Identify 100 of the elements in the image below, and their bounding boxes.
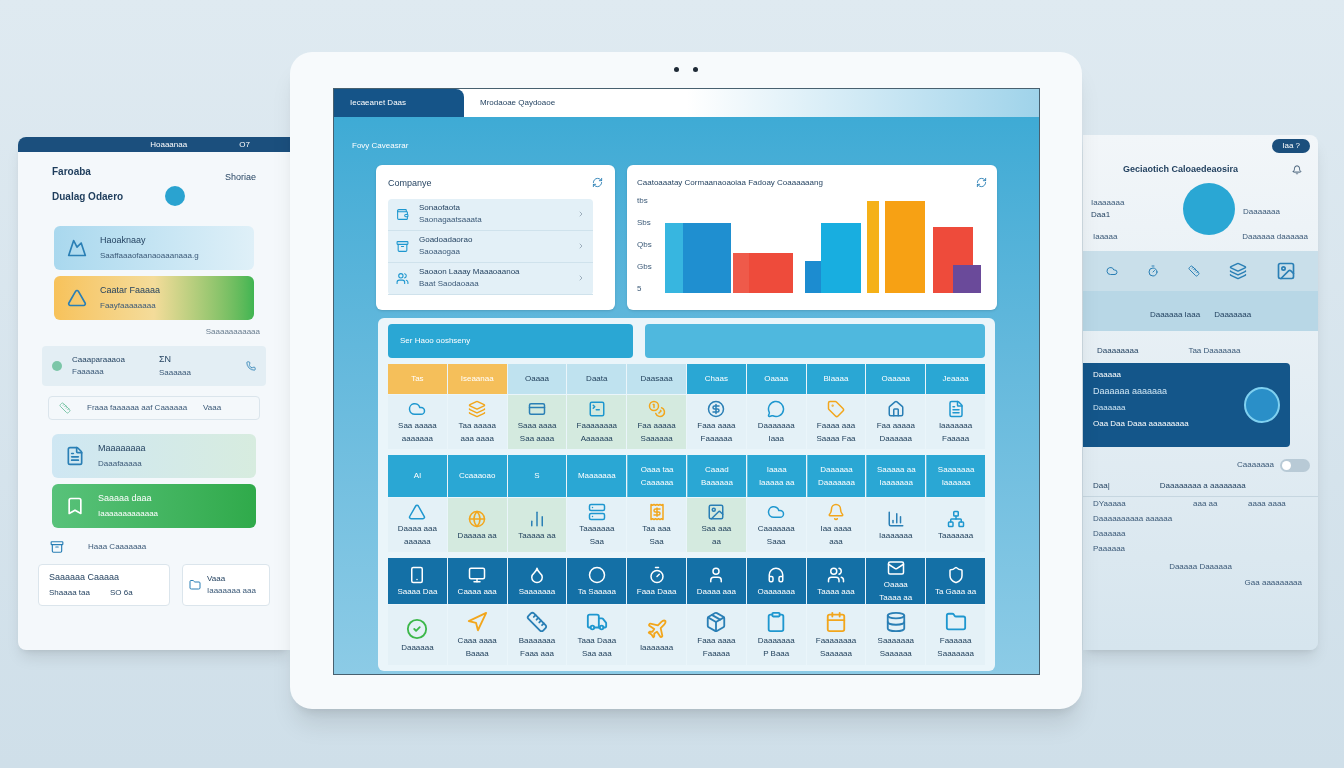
grid-cell[interactable]: Taaaaa aa (507, 498, 567, 552)
grid-cell[interactable]: Ta Saaaaa (567, 558, 627, 604)
archive-icon (396, 239, 409, 253)
grid-cell[interactable]: Faa aaaaa Saaaaaa (627, 395, 686, 449)
grid-cell[interactable]: Daaaa aaa aaaaaa (388, 498, 447, 552)
grid-cell[interactable]: Iaaaaaaa Faaaaa (926, 395, 985, 449)
item-title: Goadoadaorao (419, 234, 474, 246)
list-item[interactable]: Goadoadaorao Saoaaogaa (388, 230, 593, 263)
ruler-icon (526, 611, 548, 633)
grid-cell[interactable]: Faaa Daaa (627, 558, 686, 604)
info-card[interactable]: Haoaknaay Saaffaaaofaanaoaaanaaa.g (54, 226, 254, 270)
grid-cell[interactable]: Saaaaaaa (507, 558, 567, 604)
grid-cell[interactable]: Faaaaaaaa Aaaaaaa (567, 395, 627, 449)
line-label: Daaaaaa daaaaaa (1242, 230, 1308, 243)
grid-cell[interactable]: Saaaa Daa (388, 558, 447, 604)
grid-cell[interactable]: Iaaaaaaa (866, 498, 926, 552)
bar-chart-icon (886, 509, 905, 528)
grid-cell[interactable]: Faaaa aaa Saaaa Faa (806, 395, 866, 449)
grid-cell[interactable]: Taaaaaaa Saa (567, 498, 627, 552)
stat-title: Caaaparaaaoa (72, 354, 125, 366)
grid-cell[interactable]: Saa aaaaa aaaaaaa (388, 395, 447, 449)
grid-cell[interactable]: Taa aaa Saa (627, 498, 686, 552)
headphones-icon (767, 565, 786, 584)
bookmark-icon (65, 496, 85, 516)
triangle-icon (67, 288, 87, 308)
cell-text: Iaaaaa aa (758, 477, 795, 488)
grid-cell[interactable]: Faaa aaaa Faaaaaa (687, 395, 746, 449)
house-icon (886, 400, 905, 418)
grid-cell[interactable]: Oaaaa (507, 364, 567, 394)
refresh-icon[interactable] (976, 177, 987, 188)
list-item[interactable]: Saoaon Laaay Maaaoaanoa Baat Saodaoaaa (388, 262, 593, 295)
layers-icon[interactable] (1228, 261, 1247, 280)
cell-text: Saa aaaa (519, 434, 555, 444)
refresh-icon[interactable] (592, 177, 603, 188)
grid-cell[interactable]: Daaaaaaa Iaaa (746, 395, 806, 449)
list-item[interactable]: Sonaofaota Saonagaatsaaata (388, 198, 593, 231)
avatar-icon[interactable] (164, 186, 185, 206)
grid-cell[interactable]: Oaaaa Taaaa aa (866, 558, 926, 604)
summary-title: Vaaa (207, 573, 227, 585)
grid-cell[interactable]: Faaaaaaaa Saaaaaa (806, 605, 866, 665)
grid-cell[interactable]: Saa aaa aa (687, 498, 746, 552)
grid-cell[interactable]: Saaa aaaa Saa aaaa (507, 395, 567, 449)
grid-cell[interactable]: Daata (567, 364, 627, 394)
summary-subtitle: Iaaaaaaa aaa (207, 585, 256, 597)
grid-cell[interactable]: Faaaaaa Saaaaaaa (926, 605, 985, 665)
cell-text: Daaaaaa (820, 464, 853, 475)
banner-text: Ser Haoo ooshseny (400, 335, 471, 347)
grid-cell[interactable]: Baaaaaaa Faaa aaa (507, 605, 567, 665)
toggle[interactable] (1280, 458, 1310, 472)
screen-subtitle: Dualag Odaero (52, 190, 124, 204)
info-card[interactable]: Caatar Faaaaa Faayfaaaaaaaa (54, 276, 254, 320)
grid-cell[interactable]: Taaaa aaa (806, 558, 866, 604)
cell-text: Daata (586, 374, 608, 384)
link[interactable]: Shoriae (224, 170, 256, 184)
grid-cell[interactable]: Daaaaaa (388, 605, 447, 665)
axis-label: tbs (637, 197, 649, 205)
grid-cell[interactable]: Saaaaaaa Saaaaaa (866, 605, 926, 665)
tab-label[interactable]: Daaaaaaa (1214, 308, 1252, 321)
stat-caption: Saaaaaa (158, 366, 191, 379)
cloud-icon[interactable] (1105, 264, 1118, 277)
tab-label[interactable]: Daaaaaa Iaaa (1149, 308, 1201, 321)
ruler-icon[interactable] (1187, 264, 1200, 277)
screen-title: Geciaotich Caloaedeaosira (1123, 163, 1239, 176)
grid-cell[interactable]: Caaa aaaa Baaaa (447, 605, 507, 665)
grid-cell[interactable]: Oaaaaaaa (746, 558, 806, 604)
page-subtitle: Fovy Caveasrar (352, 141, 409, 150)
droplet-icon (528, 565, 546, 584)
folder-icon (944, 611, 967, 633)
grid-cell[interactable]: Daasaaa (627, 364, 686, 394)
cell-text: Iseaanaa (460, 374, 494, 384)
grid-cell[interactable]: Caaaa aaa (447, 558, 507, 604)
top-button[interactable]: Iaa ? (1272, 139, 1310, 153)
grid-cell[interactable]: Faa aaaaa Daaaaaa (866, 395, 926, 449)
image-icon[interactable] (1275, 260, 1296, 281)
timer-icon[interactable] (1146, 264, 1159, 277)
grid-cell[interactable]: Taaa Daaa Saa aaa (567, 605, 627, 665)
toggle-label: Caaaaaaa (1237, 459, 1274, 471)
active-tab[interactable]: Iecaeanet Daas (334, 89, 464, 117)
list-row[interactable]: Fraaa faaaaaa aaf Caaaaaa Vaaa (48, 396, 260, 420)
breadcrumb[interactable]: Mrodaoae Qaydoaoe (480, 97, 556, 109)
cell-text: Iaaaaaaa (938, 421, 973, 431)
grid-cell[interactable]: Iaa aaaa aaa (806, 498, 866, 552)
grid-cell[interactable]: Faaa aaaa Faaaaa (687, 605, 746, 665)
archive-icon (50, 540, 64, 554)
bell-icon[interactable] (1292, 164, 1302, 175)
grid-cell[interactable]: Taaaaaaa (926, 498, 985, 552)
info-card[interactable]: Maaaaaaaa Daaafaaaaa (52, 434, 256, 478)
grid-cell[interactable]: Caaaaaaa Saaa (746, 498, 806, 552)
grid-cell[interactable]: Daaaaa aa (447, 498, 507, 552)
circle-icon (587, 565, 606, 584)
grid-cell[interactable]: Daaaaaaa P Baaa (746, 605, 806, 665)
grid-cell[interactable]: Daaaa aaa (687, 558, 746, 604)
grid-cell[interactable]: Taa aaaaa aaa aaaa (447, 395, 507, 449)
grid-cell[interactable]: Ta Gaaa aa (926, 558, 985, 604)
axis-label: 5 (637, 285, 643, 293)
plane-icon (645, 617, 668, 640)
card-subtitle: Faayfaaaaaaaa (100, 299, 157, 312)
link[interactable]: Haaa Caaaaaaa (88, 541, 147, 553)
footer-link[interactable]: Gaa aaaaaaaaa (1244, 576, 1302, 589)
grid-cell[interactable]: Iaaaaaaa (627, 605, 686, 665)
